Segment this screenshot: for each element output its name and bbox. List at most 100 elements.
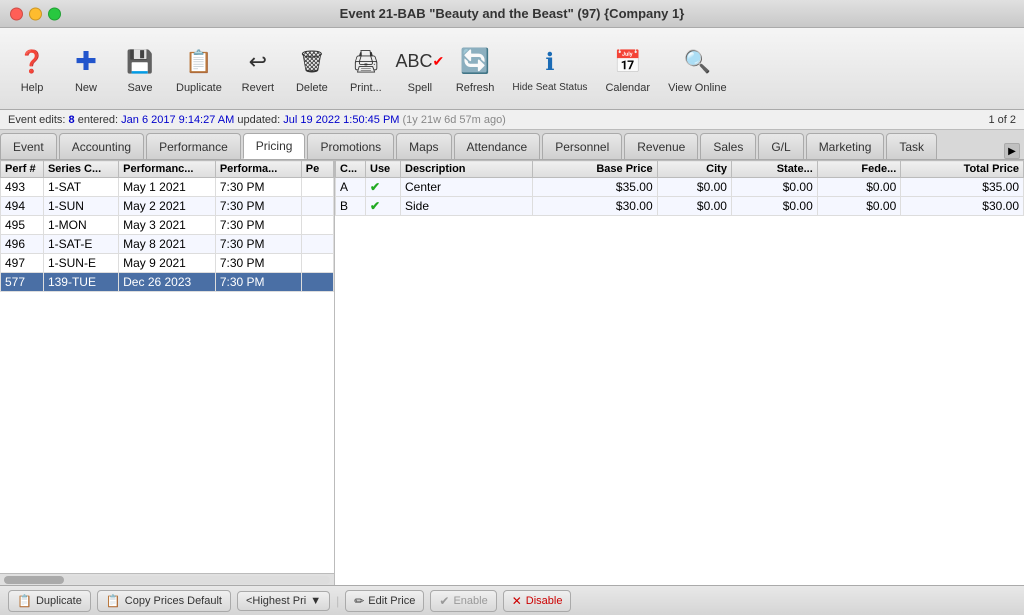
tab-gl[interactable]: G/L	[758, 133, 803, 159]
main-content: Perf # Series C... Performanc... Perform…	[0, 160, 1024, 585]
enable-button[interactable]: ✔ Enable	[430, 590, 496, 612]
enable-icon: ✔	[439, 594, 449, 608]
tab-performance[interactable]: Performance	[146, 133, 241, 159]
toolbar: ❓ Help ✚ New 💾 Save 📋 Duplicate ↩ Revert…	[0, 28, 1024, 110]
col-perftime-header[interactable]: Performa...	[215, 161, 301, 178]
dropdown-arrow-icon: ▼	[310, 595, 321, 607]
description-cell: Center	[401, 178, 533, 197]
base-price-cell: $35.00	[533, 178, 657, 197]
tab-attendance[interactable]: Attendance	[454, 133, 541, 159]
perf-time: 7:30 PM	[215, 216, 301, 235]
performance-row[interactable]: 494 1-SUN May 2 2021 7:30 PM	[1, 197, 334, 216]
tab-sales[interactable]: Sales	[700, 133, 756, 159]
perf-time: 7:30 PM	[215, 197, 301, 216]
col-use-header[interactable]: Use	[366, 161, 401, 178]
tabs: Event Accounting Performance Pricing Pro…	[0, 130, 1024, 160]
right-table[interactable]: C... Use Description Base Price City Sta…	[335, 160, 1024, 585]
help-button[interactable]: ❓ Help	[6, 34, 58, 104]
spell-icon: ABC✔	[402, 44, 438, 80]
performance-row[interactable]: 577 139-TUE Dec 26 2023 7:30 PM	[1, 273, 334, 292]
tab-personnel[interactable]: Personnel	[542, 133, 622, 159]
pricing-row[interactable]: B ✔ Side $30.00 $0.00 $0.00 $0.00 $30.00	[336, 197, 1024, 216]
tab-maps[interactable]: Maps	[396, 133, 451, 159]
perf-time: 7:30 PM	[215, 254, 301, 273]
col-perfdate-header[interactable]: Performanc...	[119, 161, 216, 178]
fede-cell: $0.00	[817, 197, 900, 216]
perf-num: 495	[1, 216, 44, 235]
new-icon: ✚	[68, 44, 104, 80]
spell-button[interactable]: ABC✔ Spell	[394, 34, 446, 104]
disable-icon: ✕	[512, 594, 522, 608]
view-online-button[interactable]: 🔍 View Online	[660, 34, 735, 104]
pe-col	[301, 216, 333, 235]
tab-scroll-arrow[interactable]: ▶	[1004, 143, 1020, 159]
highest-price-dropdown[interactable]: <Highest Pri ▼	[237, 591, 330, 611]
hide-seat-status-button[interactable]: ℹ Hide Seat Status	[504, 34, 595, 104]
print-button[interactable]: 🖨 Print...	[340, 34, 392, 104]
use-checkmark: ✔	[370, 180, 380, 194]
copy-prices-icon: 📋	[106, 594, 121, 608]
left-table[interactable]: Perf # Series C... Performanc... Perform…	[0, 160, 334, 573]
series-code: 1-SUN	[43, 197, 118, 216]
delete-icon: 🗑	[294, 44, 330, 80]
revert-icon: ↩	[240, 44, 276, 80]
perf-date: May 3 2021	[119, 216, 216, 235]
tab-promotions[interactable]: Promotions	[307, 133, 394, 159]
use-checkmark: ✔	[370, 199, 380, 213]
performance-table: Perf # Series C... Performanc... Perform…	[0, 160, 334, 292]
tab-scroll-right[interactable]: ▶	[1000, 143, 1024, 159]
disable-button[interactable]: ✕ Disable	[503, 590, 572, 612]
revert-button[interactable]: ↩ Revert	[232, 34, 284, 104]
save-icon: 💾	[122, 44, 158, 80]
refresh-button[interactable]: 🔄 Refresh	[448, 34, 503, 104]
col-code-header[interactable]: C...	[336, 161, 366, 178]
edit-price-button[interactable]: ✏ Edit Price	[345, 590, 424, 612]
col-city-header[interactable]: City	[657, 161, 731, 178]
new-button[interactable]: ✚ New	[60, 34, 112, 104]
tab-revenue[interactable]: Revenue	[624, 133, 698, 159]
pricing-row[interactable]: A ✔ Center $35.00 $0.00 $0.00 $0.00 $35.…	[336, 178, 1024, 197]
price-code: A	[336, 178, 366, 197]
edit-price-icon: ✏	[354, 594, 364, 608]
status-bar: Event edits: 8 entered: Jan 6 2017 9:14:…	[0, 110, 1024, 130]
col-totalprice-header[interactable]: Total Price	[901, 161, 1024, 178]
col-pe-header[interactable]: Pe	[301, 161, 333, 178]
performance-row[interactable]: 493 1-SAT May 1 2021 7:30 PM	[1, 178, 334, 197]
tab-pricing[interactable]: Pricing	[243, 133, 306, 159]
close-button[interactable]	[10, 7, 23, 20]
col-series-header[interactable]: Series C...	[43, 161, 118, 178]
performance-row[interactable]: 496 1-SAT-E May 8 2021 7:30 PM	[1, 235, 334, 254]
pe-col	[301, 235, 333, 254]
description-cell: Side	[401, 197, 533, 216]
copy-prices-button[interactable]: 📋 Copy Prices Default	[97, 590, 231, 612]
tab-task[interactable]: Task	[886, 133, 937, 159]
title-bar: Event 21-BAB "Beauty and the Beast" (97)…	[0, 0, 1024, 28]
col-state-header[interactable]: State...	[731, 161, 817, 178]
col-perf-header[interactable]: Perf #	[1, 161, 44, 178]
tab-event[interactable]: Event	[0, 133, 57, 159]
total-price-cell: $30.00	[901, 197, 1024, 216]
pe-col	[301, 254, 333, 273]
minimize-button[interactable]	[29, 7, 42, 20]
calendar-button[interactable]: 📅 Calendar	[597, 34, 658, 104]
left-scrollbar[interactable]	[0, 573, 334, 585]
performance-row[interactable]: 497 1-SUN-E May 9 2021 7:30 PM	[1, 254, 334, 273]
duplicate-button[interactable]: 📋 Duplicate	[8, 590, 91, 612]
pe-col	[301, 197, 333, 216]
maximize-button[interactable]	[48, 7, 61, 20]
calendar-icon: 📅	[610, 44, 646, 80]
use-cell: ✔	[366, 197, 401, 216]
col-fede-header[interactable]: Fede...	[817, 161, 900, 178]
performance-row[interactable]: 495 1-MON May 3 2021 7:30 PM	[1, 216, 334, 235]
series-code: 1-SUN-E	[43, 254, 118, 273]
pe-col	[301, 178, 333, 197]
tab-marketing[interactable]: Marketing	[806, 133, 885, 159]
save-button[interactable]: 💾 Save	[114, 34, 166, 104]
hide-seat-status-icon: ℹ	[532, 44, 568, 80]
col-description-header[interactable]: Description	[401, 161, 533, 178]
tab-accounting[interactable]: Accounting	[59, 133, 144, 159]
col-baseprice-header[interactable]: Base Price	[533, 161, 657, 178]
scroll-thumb	[4, 576, 64, 584]
delete-button[interactable]: 🗑 Delete	[286, 34, 338, 104]
duplicate-toolbar-button[interactable]: 📋 Duplicate	[168, 34, 230, 104]
